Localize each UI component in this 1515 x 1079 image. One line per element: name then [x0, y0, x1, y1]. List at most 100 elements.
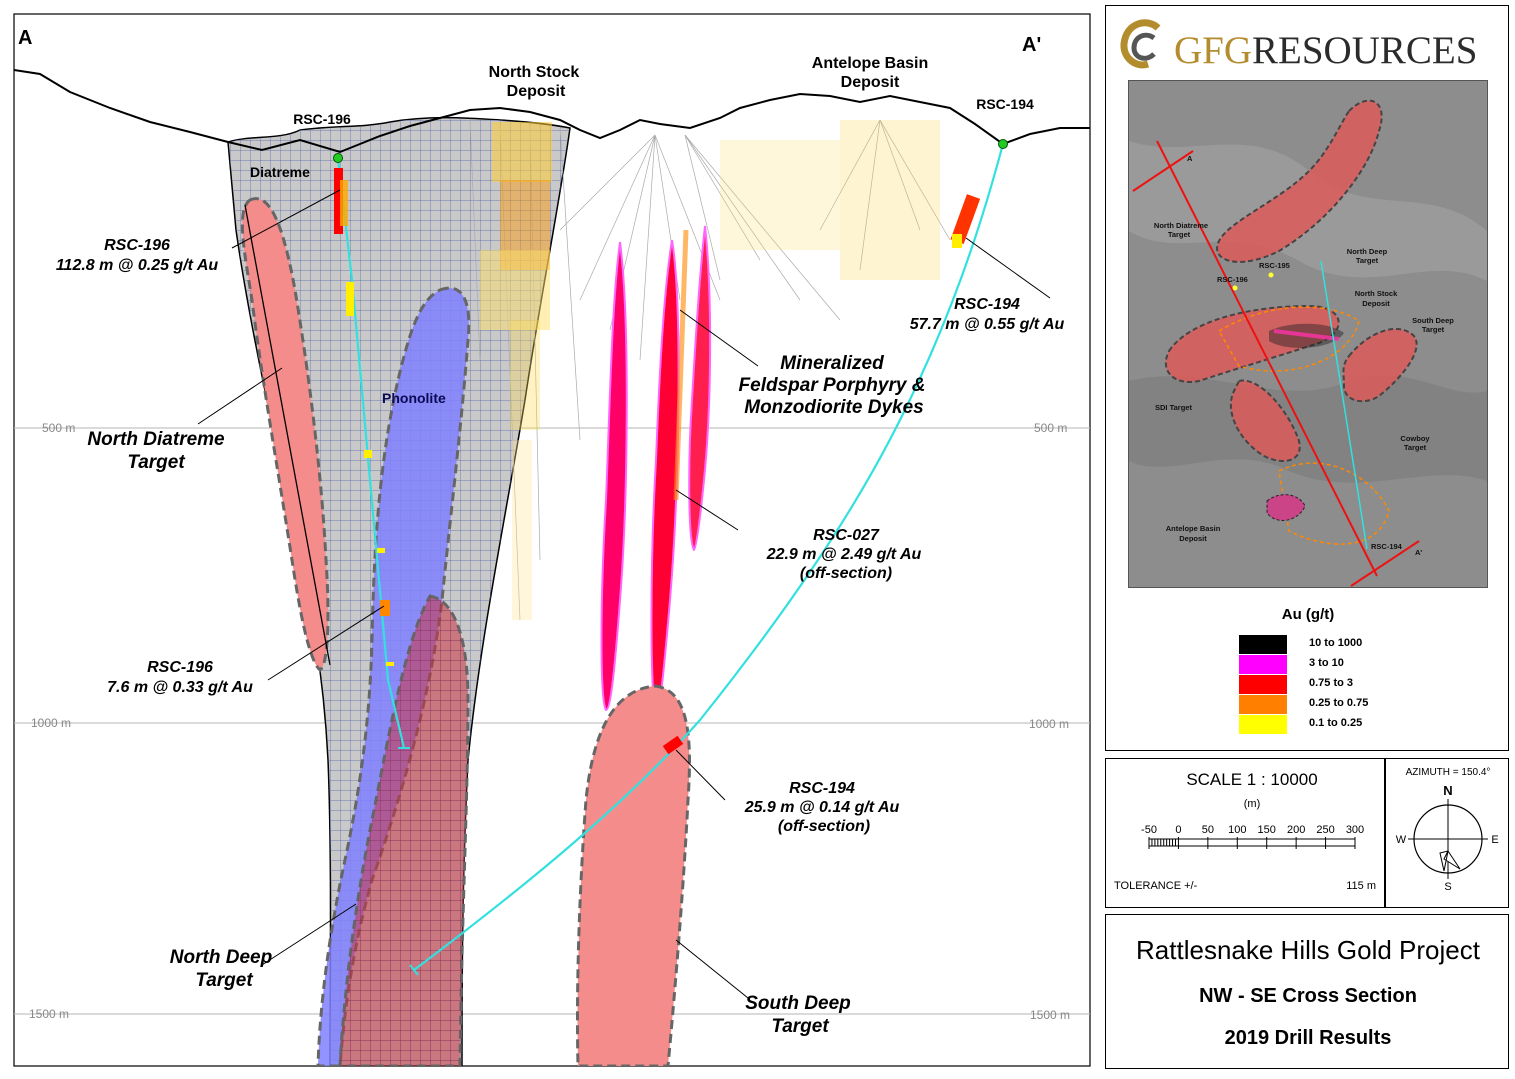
- north-stock-label-1: North Stock: [489, 64, 580, 81]
- title-panel: Rattlesnake Hills Gold Project NW - SE C…: [1105, 914, 1509, 1069]
- elev-label-500-left: 500 m: [42, 421, 75, 435]
- legend-swatch: [1239, 675, 1287, 694]
- scale-bar: [1148, 838, 1356, 847]
- compass-n: N: [1443, 783, 1452, 798]
- legend-swatch: [1239, 635, 1287, 654]
- rsc194-intercept-value: 57.7 m @ 0.55 g/t Au: [910, 316, 1065, 333]
- map-label-north-stock-2: Deposit: [1362, 299, 1390, 308]
- logo-resources: RESOURCES: [1252, 29, 1478, 72]
- map-label-north-deep-1: North Deep: [1347, 247, 1388, 256]
- scale-unit: (m): [1244, 798, 1261, 810]
- north-diatreme-target-label-2: Target: [127, 452, 185, 473]
- scale-tick-label: 100: [1228, 824, 1246, 836]
- elev-label-500-right: 500 m: [1034, 421, 1067, 435]
- legend-label: 0.75 to 3: [1309, 677, 1354, 689]
- elev-label-1000-left: 1000 m: [31, 716, 71, 730]
- legend-swatch: [1239, 715, 1287, 734]
- map-label-south-deep-1: South Deep: [1412, 316, 1454, 325]
- north-deep-target-label-1: North Deep: [170, 947, 272, 968]
- map-label-north-diatreme-2: Target: [1168, 230, 1191, 239]
- map-label-cowboy-1: Cowboy: [1400, 434, 1430, 443]
- scale-tick-labels: -50 0 50 100 150 200 250 300: [1141, 824, 1364, 836]
- results-year: 2019 Drill Results: [1224, 1027, 1392, 1049]
- map-label-antelope-1: Antelope Basin: [1166, 524, 1221, 533]
- dykes-label-3: Monzodiorite Dykes: [744, 397, 923, 418]
- figure-frame: A A' North Stock Deposit Antelope Basin …: [0, 0, 1515, 1079]
- scale-tick-label: 150: [1258, 824, 1276, 836]
- north-arrow-panel: AZIMUTH = 150.4° N S E W: [1385, 758, 1509, 908]
- map-rsc195-collar: [1268, 272, 1274, 278]
- rsc027-intercept-value: 22.9 m @ 2.49 g/t Au: [766, 546, 922, 563]
- legend-label: 3 to 10: [1309, 657, 1344, 669]
- logo-map-panel: GFGRESOURCES North Diatreme Target North…: [1105, 5, 1509, 751]
- dykes-label-2: Feldspar Porphyry &: [739, 375, 926, 396]
- diatreme-label: Diatreme: [250, 164, 310, 180]
- legend-label: 0.1 to 0.25: [1309, 717, 1363, 729]
- compass-w: W: [1396, 834, 1407, 846]
- map-label-north-deep-2: Target: [1356, 256, 1379, 265]
- map-label-sdi: SDI Target: [1155, 403, 1192, 412]
- map-label-rsc195: RSC-195: [1259, 261, 1290, 270]
- scale-tick-label: 200: [1287, 824, 1305, 836]
- legend-label: 10 to 1000: [1309, 637, 1363, 649]
- rsc027-intercept-note: (off-section): [800, 565, 892, 582]
- rsc196-intercept2-value: 7.6 m @ 0.33 g/t Au: [107, 679, 253, 696]
- map-rsc196-collar: [1232, 285, 1238, 291]
- location-map: North Diatreme Target North Deep Target …: [1128, 80, 1488, 588]
- map-label-north-diatreme-1: North Diatreme: [1154, 221, 1208, 230]
- tolerance-value: 115 m: [1346, 880, 1376, 892]
- logo-mark-icon: [1120, 19, 1161, 69]
- antelope-label-1: Antelope Basin: [812, 55, 928, 72]
- cross-section: A A' North Stock Deposit Antelope Basin …: [13, 13, 1091, 1067]
- phonolite-label: Phonolite: [382, 390, 446, 406]
- corner-label-a: A: [18, 27, 32, 49]
- corner-label-a-prime: A': [1022, 34, 1041, 56]
- map-label-south-deep-2: Target: [1422, 325, 1445, 334]
- scale-tick-label: 300: [1346, 824, 1364, 836]
- elev-label-1500-left: 1500 m: [29, 1007, 69, 1021]
- map-label-rsc194: RSC-194: [1371, 542, 1403, 551]
- north-arrow-drawing: AZIMUTH = 150.4° N S E W: [1396, 767, 1499, 893]
- map-label-antelope-2: Deposit: [1179, 534, 1207, 543]
- section-subtitle: NW - SE Cross Section: [1199, 985, 1417, 1007]
- rsc196-intercept-value: 112.8 m @ 0.25 g/t Au: [56, 257, 219, 274]
- south-deep-target-label-1: South Deep: [745, 993, 851, 1014]
- scale-panel: SCALE 1 : 10000 (m) -50 0 50 100 150 200 250 30…: [1105, 758, 1385, 908]
- antelope-label-2: Deposit: [841, 74, 900, 91]
- rsc194-intercept2-value: 25.9 m @ 0.14 g/t Au: [744, 799, 900, 816]
- elev-label-1500-right: 1500 m: [1030, 1008, 1070, 1022]
- rsc194-intercept-hole: RSC-194: [954, 296, 1020, 313]
- collar-label-rsc196: RSC-196: [293, 111, 351, 127]
- scale-drawing: SCALE 1 : 10000 (m) -50 0 50 100 150 200 250 30…: [1114, 770, 1376, 892]
- north-diatreme-target-label-1: North Diatreme: [87, 429, 225, 450]
- elev-label-1000-right: 1000 m: [1029, 717, 1069, 731]
- map-label-cowboy-2: Target: [1404, 443, 1427, 452]
- map-label-a-prime: A': [1415, 548, 1422, 557]
- scale-tick-label: -50: [1141, 824, 1157, 836]
- logo-wordmark: GFGRESOURCES: [1174, 28, 1477, 73]
- rsc196-intercept-hole: RSC-196: [104, 237, 170, 254]
- project-title: Rattlesnake Hills Gold Project: [1136, 935, 1480, 965]
- map-label-north-stock-1: North Stock: [1355, 289, 1398, 298]
- rsc196-intercept2-hole: RSC-196: [147, 659, 213, 676]
- legend-title: Au (g/t): [1281, 606, 1335, 623]
- rsc194-collar: [998, 139, 1008, 149]
- location-map-drawing: North Diatreme Target North Deep Target …: [1129, 81, 1487, 587]
- north-deep-target-label-2: Target: [195, 970, 253, 991]
- rsc194-intercept2-hole: RSC-194: [789, 780, 855, 797]
- legend-swatch: [1239, 655, 1287, 674]
- collar-label-rsc194: RSC-194: [976, 96, 1034, 112]
- scale-label: SCALE 1 : 10000: [1186, 770, 1317, 789]
- legend-label: 0.25 to 0.75: [1309, 697, 1369, 709]
- logo-gfg: GFG: [1174, 29, 1253, 72]
- scale-tick-label: 50: [1202, 824, 1214, 836]
- company-logo: GFGRESOURCES: [1118, 18, 1498, 78]
- legend-swatch: [1239, 695, 1287, 714]
- rsc027-intercept-hole: RSC-027: [813, 527, 880, 544]
- north-stock-label-2: Deposit: [507, 83, 566, 100]
- compass-e: E: [1491, 834, 1498, 846]
- map-label-rsc196: RSC-196: [1217, 275, 1248, 284]
- south-deep-target-label-2: Target: [771, 1016, 829, 1037]
- azimuth-label: AZIMUTH = 150.4°: [1406, 767, 1491, 778]
- compass-s: S: [1444, 881, 1451, 893]
